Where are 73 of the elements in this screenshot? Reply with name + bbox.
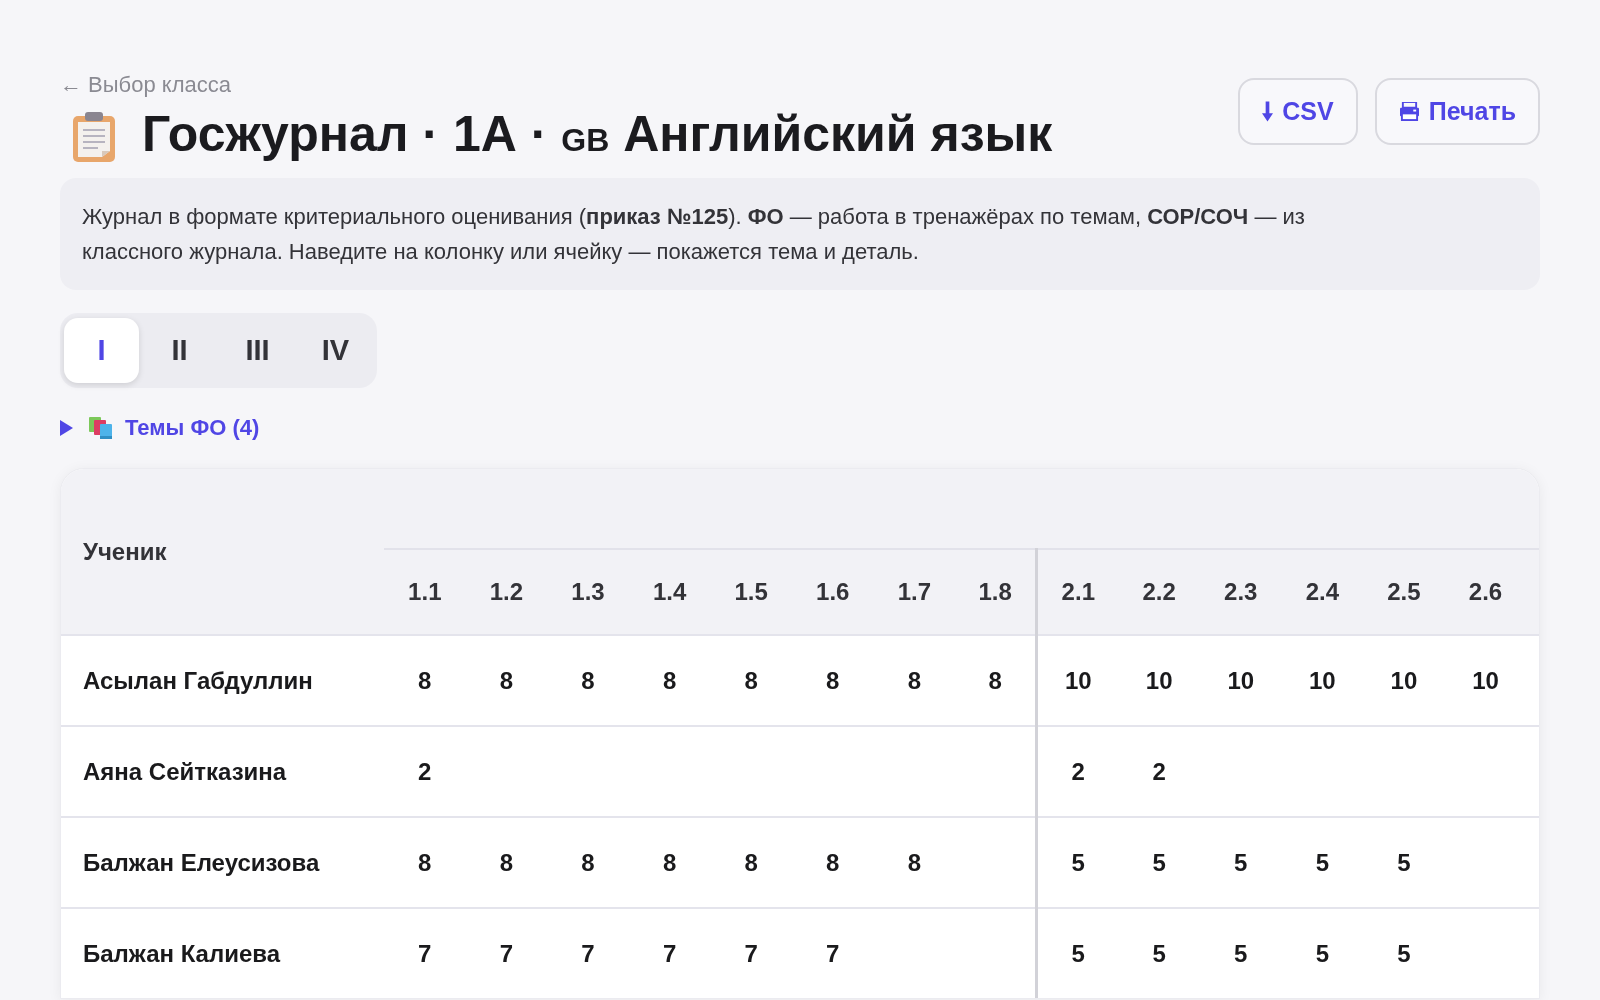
grade-value: 10 <box>1064 666 1092 694</box>
grade-value: 5 <box>1152 848 1166 876</box>
student-name: Асылан Габдуллин <box>83 666 313 694</box>
term-tab[interactable]: III <box>220 318 295 383</box>
print-button[interactable]: Печать <box>1374 78 1540 145</box>
grade-value: 8 <box>499 666 514 694</box>
grade-value: 8 <box>826 848 840 876</box>
term-tab[interactable]: II <box>142 318 217 383</box>
column-header: 2.4 <box>1305 578 1339 605</box>
column-header: 2.1 <box>1061 578 1095 605</box>
grade-value: 8 <box>744 848 758 876</box>
page-title: Госжурнал · 1А · GB Английский язык <box>142 105 1053 164</box>
student-name: Балжан Калиева <box>83 939 281 967</box>
grade-value: 5 <box>1397 848 1411 876</box>
download-arrow-icon <box>1262 101 1274 122</box>
grade-value: 8 <box>581 848 595 876</box>
grade-value: 7 <box>662 939 677 967</box>
grade-value: 5 <box>1234 848 1248 876</box>
column-header: 2.6 <box>1468 578 1503 605</box>
grade-value: 10 <box>1227 666 1255 694</box>
column-header: 2.2 <box>1142 578 1176 605</box>
grade-value: 5 <box>1315 939 1329 967</box>
grade-value: 7 <box>499 939 514 967</box>
grade-value: 5 <box>1152 939 1166 967</box>
column-header: 1.6 <box>816 578 850 605</box>
grade-value: 7 <box>418 939 432 967</box>
back-link[interactable]: ← Выбор класса <box>60 72 231 98</box>
grade-value: 7 <box>581 939 595 967</box>
grade-value: 10 <box>1390 666 1418 694</box>
download-button[interactable]: CSV <box>1238 78 1358 145</box>
grade-value: 8 <box>988 666 1002 694</box>
term-tab[interactable]: I <box>64 318 139 383</box>
column-header: Ученик <box>83 537 167 565</box>
topics-toggle[interactable]: Темы ФО (4) <box>60 414 260 442</box>
grade-value: 8 <box>418 848 432 876</box>
grade-value: 8 <box>744 666 758 694</box>
grade-value: 8 <box>907 848 922 876</box>
grade-value: 8 <box>826 666 840 694</box>
grade-value: 5 <box>1234 939 1248 967</box>
grade-value: 8 <box>418 666 432 694</box>
column-header: 1.5 <box>734 578 768 605</box>
grade-value: 2 <box>1071 757 1085 785</box>
column-header: 2.3 <box>1224 578 1258 605</box>
grade-value: 5 <box>1071 939 1085 967</box>
column-header: 1.2 <box>489 578 524 605</box>
grade-value: 8 <box>581 666 595 694</box>
grade-value: 5 <box>1071 848 1085 876</box>
grade-value: 2 <box>1152 757 1166 785</box>
student-name: Аяна Сейтказина <box>83 757 287 785</box>
grade-value: 7 <box>826 939 840 967</box>
grade-value: 8 <box>499 848 514 876</box>
grade-value: 7 <box>744 939 758 967</box>
grade-value: 10 <box>1308 666 1336 694</box>
clipboard-icon <box>72 111 116 163</box>
student-name: Балжан Елеусизова <box>83 848 320 876</box>
column-header: 1.4 <box>652 578 687 605</box>
column-header: 1.1 <box>408 578 442 605</box>
books-icon <box>88 416 114 440</box>
printer-icon <box>1398 102 1420 121</box>
grade-value: 8 <box>907 666 922 694</box>
grade-value: 8 <box>662 848 677 876</box>
term-tab[interactable]: IV <box>298 318 373 383</box>
column-header: 1.8 <box>978 578 1012 605</box>
grade-value: 8 <box>662 666 677 694</box>
grade-value: 10 <box>1145 666 1173 694</box>
column-header: 2.5 <box>1387 578 1421 605</box>
grade-value: 10 <box>1472 666 1499 694</box>
info-text: Журнал в формате критериального оценивания (приказ №125). ФО — работа в тренажёрах по темам, СОР/СОЧ — из классного журнала. Наведите на колонку или ячейку — покажется тема и деталь. <box>60 178 1540 290</box>
grade-value: 5 <box>1315 848 1329 876</box>
grade-value: 5 <box>1397 939 1411 967</box>
column-header: 1.7 <box>897 578 932 605</box>
column-header: 1.3 <box>571 578 605 605</box>
grade-value: 2 <box>418 757 432 785</box>
